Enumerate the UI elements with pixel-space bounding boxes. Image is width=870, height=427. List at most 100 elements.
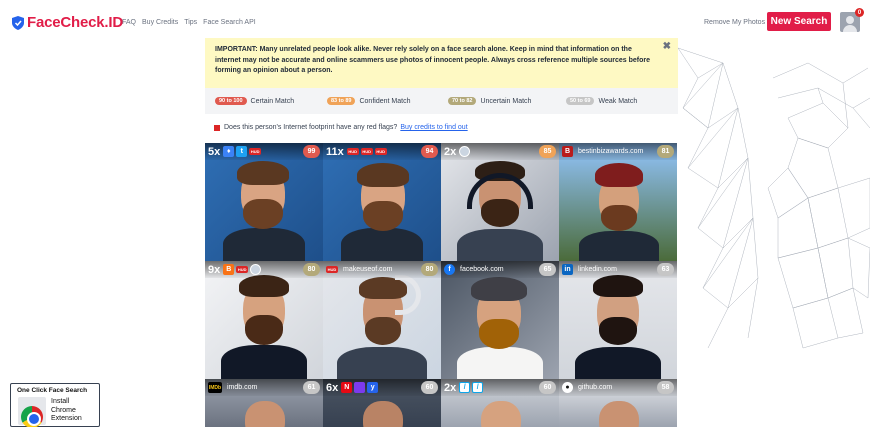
match-score: 60 (421, 381, 438, 394)
chrome-icon (21, 406, 43, 427)
shield-icon (12, 15, 24, 30)
notification-badge: 0 (855, 8, 864, 17)
netflix-icon: N (341, 382, 353, 393)
main-nav: FAQ Buy Credits Tips Face Search API (122, 19, 256, 26)
result-photo (323, 261, 441, 379)
legend-uncertain: 70 to 82 Uncertain Match (448, 97, 531, 105)
result-bar: B bestinbizawards.com 81 (559, 143, 677, 160)
match-score: 80 (303, 263, 320, 276)
brand-name: FaceCheck.ID (27, 14, 123, 31)
nav-buy-credits[interactable]: Buy Credits (142, 19, 178, 26)
red-flag-prompt: Does this person's Internet footprint ha… (214, 124, 468, 131)
result-card[interactable]: B bestinbizawards.com 81 (559, 143, 677, 261)
match-score: 63 (657, 263, 674, 276)
blue-app-icon: y (367, 382, 379, 393)
result-bar: 2x 85 (441, 143, 559, 160)
legend-label: Uncertain Match (480, 97, 532, 105)
slash-app-icon: / (459, 382, 471, 393)
nav-face-search-api[interactable]: Face Search API (203, 19, 256, 26)
match-score: 60 (539, 381, 556, 394)
result-bar: 11x HUD HUD HUD 94 (323, 143, 441, 160)
result-photo (323, 143, 441, 261)
top-navigation-bar: FaceCheck.ID FAQ Buy Credits Tips Face S… (0, 0, 870, 38)
result-source: linkedin.com (578, 266, 617, 273)
match-count: 2x (444, 145, 457, 158)
legend-label: Weak Match (598, 97, 638, 105)
result-bar: 2x / / 60 (441, 379, 559, 396)
result-card[interactable]: 6x N y 60 (323, 379, 441, 427)
bestinbiz-icon: B (562, 146, 573, 157)
result-card[interactable]: 2x 85 (441, 143, 559, 261)
match-count: 9x (208, 263, 221, 276)
legend-range: 50 to 69 (566, 97, 595, 105)
result-bar: 9x B HUD 80 (205, 261, 323, 278)
result-source: imdb.com (227, 384, 258, 391)
legend-range: 90 to 100 (215, 97, 247, 105)
globe-icon (459, 146, 471, 157)
warning-text: IMPORTANT: Many unrelated people look al… (215, 46, 651, 74)
result-source: bestinbizawards.com (578, 148, 644, 155)
facebook-icon: f (444, 264, 455, 275)
match-count: 2x (444, 381, 457, 394)
result-photo (559, 261, 677, 379)
result-photo (441, 143, 559, 261)
result-bar: 5x ♦ t HUD 99 (205, 143, 323, 160)
new-search-button[interactable]: New Search (767, 12, 831, 31)
match-legend: 90 to 100 Certain Match 83 to 89 Confide… (205, 88, 678, 114)
hud-icon: HUD (326, 266, 338, 273)
result-bar: HUD makeuseof.com 80 (323, 261, 441, 278)
result-card[interactable]: HUD makeuseof.com 80 (323, 261, 441, 379)
result-card[interactable]: 9x B HUD 80 (205, 261, 323, 379)
blogger-icon: B (223, 264, 235, 275)
result-bar: IMDb imdb.com 61 (205, 379, 323, 396)
remove-my-photos-link[interactable]: Remove My Photos (704, 19, 765, 26)
result-card[interactable]: 5x ♦ t HUD 99 (205, 143, 323, 261)
legend-certain: 90 to 100 Certain Match (215, 97, 294, 105)
slash-app-icon: / (472, 382, 484, 393)
result-card[interactable]: 11x HUD HUD HUD 94 (323, 143, 441, 261)
legend-range: 70 to 82 (448, 97, 477, 105)
match-score: 80 (421, 263, 438, 276)
match-count: 11x (326, 145, 344, 158)
legend-confident: 83 to 89 Confident Match (327, 97, 410, 105)
hud-icon: HUD (346, 148, 359, 155)
result-card[interactable]: 2x / / 60 (441, 379, 559, 427)
linkedin-icon: in (562, 264, 573, 275)
result-card[interactable]: f facebook.com 65 (441, 261, 559, 379)
nav-faq[interactable]: FAQ (122, 19, 136, 26)
result-bar: 6x N y 60 (323, 379, 441, 396)
match-score: 65 (539, 263, 556, 276)
hud-icon: HUD (249, 148, 262, 155)
result-photo (559, 143, 677, 261)
warning-banner: IMPORTANT: Many unrelated people look al… (205, 38, 678, 88)
github-icon: ● (562, 382, 573, 393)
chrome-extension-promo[interactable]: One Click Face Search Install Chrome Ext… (10, 383, 100, 427)
user-icon (846, 16, 854, 24)
match-count: 6x (326, 381, 339, 394)
result-card[interactable]: ● github.com 58 (559, 379, 677, 427)
polygon-face-background (678, 47, 870, 349)
result-card[interactable]: IMDb imdb.com 61 (205, 379, 323, 427)
twitter-icon: t (236, 146, 248, 157)
match-count: 5x (208, 145, 221, 158)
match-score: 85 (539, 145, 556, 158)
hud-icon: HUD (374, 148, 387, 155)
nav-tips[interactable]: Tips (184, 19, 197, 26)
legend-label: Certain Match (250, 97, 295, 105)
result-card[interactable]: in linkedin.com 63 (559, 261, 677, 379)
install-extension-label: Install Chrome Extension (51, 398, 82, 422)
result-bar: in linkedin.com 63 (559, 261, 677, 278)
results-grid: 5x ♦ t HUD 99 11x HUD HUD HUD 94 2x 85 B… (205, 143, 678, 427)
match-score: 61 (303, 381, 320, 394)
buy-credits-link[interactable]: Buy credits to find out (400, 124, 467, 131)
logo[interactable]: FaceCheck.ID (12, 14, 123, 31)
result-photo (205, 261, 323, 379)
legend-label: Confident Match (359, 97, 411, 105)
match-score: 94 (421, 145, 438, 158)
globe-icon (250, 264, 262, 275)
result-source: makeuseof.com (343, 266, 393, 273)
close-icon[interactable]: ✖ (663, 41, 671, 53)
hud-icon: HUD (236, 266, 249, 273)
result-bar: f facebook.com 65 (441, 261, 559, 278)
imdb-icon: IMDb (208, 382, 222, 393)
